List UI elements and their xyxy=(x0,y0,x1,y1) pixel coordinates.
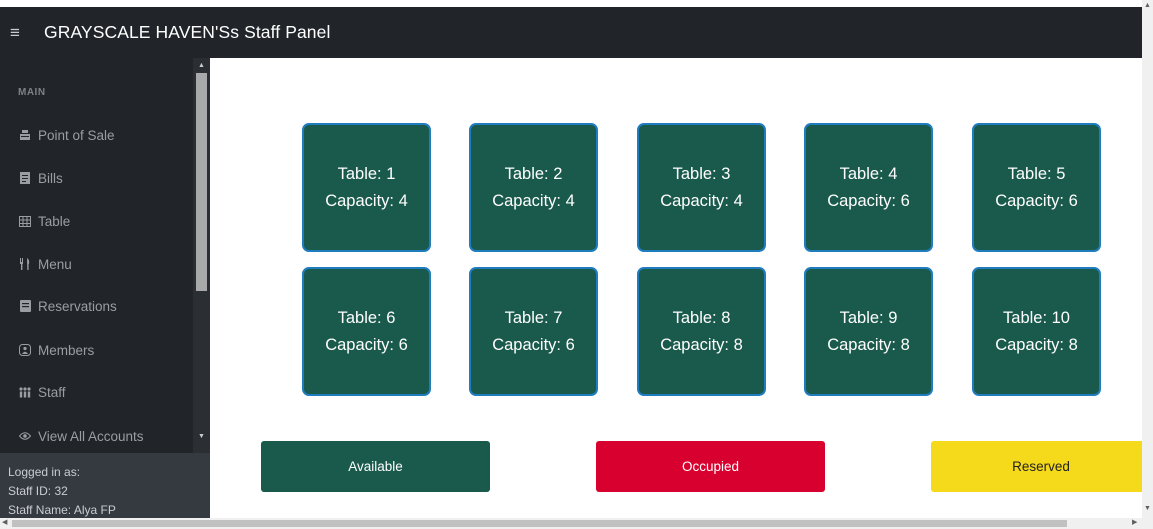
sidebar-scrollbar-thumb[interactable] xyxy=(196,73,207,291)
table-card[interactable]: Table: 3 Capacity: 4 xyxy=(637,123,766,252)
sidebar-scrollbar[interactable]: ▲ ▼ xyxy=(193,58,210,453)
sidebar-item-view-all-accounts[interactable]: View All Accounts xyxy=(18,423,144,449)
page-vertical-scrollbar[interactable]: ▲ ▼ xyxy=(1142,0,1153,518)
sidebar-item-reservations[interactable]: Reservations xyxy=(18,293,117,319)
table-card[interactable]: Table: 4 Capacity: 6 xyxy=(804,123,933,252)
sidebar-item-label: Reservations xyxy=(38,298,117,314)
table-capacity: Capacity: 6 xyxy=(492,335,575,354)
sidebar-item-label: Table xyxy=(38,213,71,229)
logged-in-label: Logged in as: xyxy=(8,465,81,479)
staff-id: Staff ID: 32 xyxy=(8,484,68,498)
table-card[interactable]: Table: 5 Capacity: 6 xyxy=(972,123,1101,252)
table-capacity: Capacity: 8 xyxy=(995,335,1078,354)
table-capacity: Capacity: 6 xyxy=(995,191,1078,210)
sidebar-heading: MAIN xyxy=(18,87,46,98)
occupied-status-button[interactable]: Occupied xyxy=(596,441,825,492)
table-capacity: Capacity: 6 xyxy=(827,191,910,210)
table-card[interactable]: Table: 10 Capacity: 8 xyxy=(972,267,1101,396)
receipt-icon xyxy=(18,171,32,185)
page-horizontal-scrollbar[interactable]: ◀ ▶ xyxy=(0,518,1153,529)
table-card[interactable]: Table: 2 Capacity: 4 xyxy=(469,123,598,252)
table-number: Table: 5 xyxy=(1007,164,1066,183)
table-number: Table: 4 xyxy=(839,164,898,183)
sidebar-item-label: Menu xyxy=(38,256,72,272)
sidebar-item-label: Staff xyxy=(38,384,66,400)
table-capacity: Capacity: 4 xyxy=(492,191,575,210)
table-number: Table: 3 xyxy=(672,164,731,183)
table-capacity: Capacity: 8 xyxy=(660,335,743,354)
table-card[interactable]: Table: 9 Capacity: 8 xyxy=(804,267,933,396)
panel-title[interactable]: GRAYSCALE HAVEN'Ss Staff Panel xyxy=(44,22,330,43)
table-capacity: Capacity: 4 xyxy=(660,191,743,210)
sidebar-item-label: Members xyxy=(38,342,95,358)
table-card[interactable]: Table: 6 Capacity: 6 xyxy=(302,267,431,396)
sidebar-item-bills[interactable]: Bills xyxy=(18,165,63,191)
table-card[interactable]: Table: 1 Capacity: 4 xyxy=(302,123,431,252)
table-number: Table: 7 xyxy=(504,308,563,327)
table-number: Table: 8 xyxy=(672,308,731,327)
hamburger-icon[interactable]: ≡ xyxy=(10,24,30,41)
sidebar-item-menu[interactable]: Menu xyxy=(18,251,72,277)
scroll-down-arrow-icon[interactable]: ▼ xyxy=(197,432,206,441)
sidebar-footer: Logged in as: Staff ID: 32 Staff Name: A… xyxy=(0,453,210,518)
available-status-button[interactable]: Available xyxy=(261,441,490,492)
table-capacity: Capacity: 8 xyxy=(827,335,910,354)
scroll-down-arrow-icon[interactable]: ▼ xyxy=(1143,505,1152,512)
table-number: Table: 9 xyxy=(839,308,898,327)
utensils-icon xyxy=(18,257,32,271)
sidebar-item-staff[interactable]: Staff xyxy=(18,379,66,405)
table-card[interactable]: Table: 7 Capacity: 6 xyxy=(469,267,598,396)
sidebar-item-members[interactable]: Members xyxy=(18,337,94,363)
eye-icon xyxy=(18,429,32,443)
scroll-up-arrow-icon[interactable]: ▲ xyxy=(197,61,206,70)
staff-group-icon xyxy=(18,385,32,399)
sidebar-item-label: Bills xyxy=(38,170,63,186)
book-icon xyxy=(18,299,32,313)
table-number: Table: 6 xyxy=(337,308,396,327)
table-number: Table: 1 xyxy=(337,164,396,183)
scroll-up-arrow-icon[interactable]: ▲ xyxy=(1143,2,1152,9)
members-icon xyxy=(18,343,32,357)
top-navbar: ≡ GRAYSCALE HAVEN'Ss Staff Panel xyxy=(0,7,1142,58)
table-grid-icon xyxy=(18,214,32,228)
sidebar-item-point-of-sale[interactable]: Point of Sale xyxy=(18,122,115,148)
table-card[interactable]: Table: 8 Capacity: 8 xyxy=(637,267,766,396)
cash-register-icon xyxy=(18,128,32,142)
horizontal-scrollbar-thumb[interactable] xyxy=(12,520,1067,527)
sidebar-item-label: Point of Sale xyxy=(38,127,115,143)
sidebar-item-label: View All Accounts xyxy=(38,428,144,444)
scroll-right-arrow-icon[interactable]: ▶ xyxy=(1132,518,1137,526)
table-capacity: Capacity: 4 xyxy=(325,191,408,210)
table-number: Table: 2 xyxy=(504,164,563,183)
table-capacity: Capacity: 6 xyxy=(325,335,408,354)
reserved-status-button[interactable]: Reserved xyxy=(931,441,1151,492)
sidebar: MAIN Point of Sale Bills Table Menu Rese… xyxy=(0,58,210,453)
table-number: Table: 10 xyxy=(1003,308,1070,327)
sidebar-item-table[interactable]: Table xyxy=(18,208,70,234)
staff-name: Staff Name: Alya FP xyxy=(8,503,116,517)
scroll-left-arrow-icon[interactable]: ◀ xyxy=(2,518,7,526)
